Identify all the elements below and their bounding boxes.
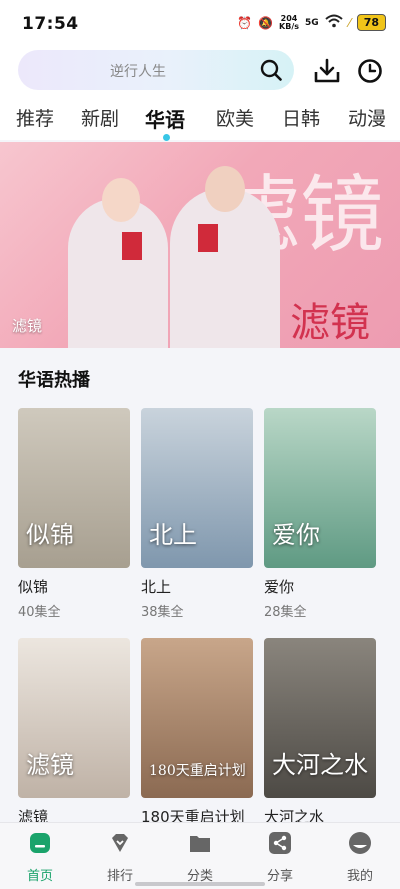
red-card: [122, 232, 142, 260]
nav-profile[interactable]: 我的: [330, 831, 390, 884]
home-icon: [30, 833, 50, 853]
status-bar: 17:54 ⏰ 🔕 204 KB/s 5G ⁄ 78: [0, 0, 400, 46]
category-tabs: 推荐 新剧 华语 欧美 日韩 动漫: [0, 102, 400, 141]
tab-chinese[interactable]: 华语: [145, 104, 185, 133]
header: 逆行人生 推荐 新剧 华语 欧美 日韩 动漫: [0, 46, 400, 141]
search-input[interactable]: 逆行人生: [110, 61, 166, 81]
nav-share[interactable]: 分享: [250, 831, 310, 884]
profile-icon: [349, 832, 371, 854]
leaf-icon: ⁄: [348, 15, 351, 30]
share-icon: [269, 832, 291, 854]
show-poster[interactable]: 爱你: [264, 408, 376, 568]
show-episodes: 38集全: [141, 605, 184, 620]
show-card[interactable]: 爱你 爱你 28集全: [264, 408, 376, 620]
show-episodes: 28集全: [264, 605, 307, 620]
banner-caption: 滤镜: [12, 317, 43, 335]
show-poster[interactable]: 180天重启计划: [141, 638, 253, 798]
bottom-nav: 首页 排行 分类 分享 我的: [0, 822, 400, 889]
show-card[interactable]: 似锦 似锦 40集全: [18, 408, 130, 620]
folder-icon: [190, 836, 210, 852]
history-icon[interactable]: [356, 57, 384, 85]
tab-anime[interactable]: 动漫: [348, 104, 386, 131]
banner-person-head: [205, 166, 245, 212]
show-card[interactable]: 北上 北上 38集全: [141, 408, 253, 620]
nav-category[interactable]: 分类: [170, 831, 230, 884]
alarm-icon: ⏰: [237, 15, 253, 30]
banner-person: [170, 188, 280, 348]
show-poster[interactable]: 大河之水: [264, 638, 376, 798]
tab-recommend[interactable]: 推荐: [16, 104, 54, 131]
banner-logo-text: 滤镜: [290, 300, 370, 346]
show-card[interactable]: 180天重启计划 180天重启计划: [141, 638, 253, 827]
mute-icon: 🔕: [258, 15, 274, 30]
active-tab-indicator: [163, 134, 170, 141]
battery-level: 78: [356, 14, 386, 31]
ranking-icon: [112, 834, 128, 852]
banner-person-head: [102, 178, 140, 222]
net-speed: 204 KB/s: [279, 13, 300, 31]
nav-home[interactable]: 首页: [10, 831, 70, 884]
search-icon[interactable]: [260, 59, 282, 81]
show-title: 北上: [141, 578, 172, 596]
show-card[interactable]: 滤镜 滤镜: [18, 638, 130, 827]
show-title: 似锦: [18, 578, 49, 596]
show-episodes: 40集全: [18, 605, 61, 620]
status-time: 17:54: [22, 14, 79, 34]
featured-banner[interactable]: 滤镜 滤镜 滤镜: [0, 142, 400, 348]
nav-ranking[interactable]: 排行: [90, 831, 150, 884]
show-card[interactable]: 大河之水 大河之水: [264, 638, 376, 827]
status-icons: ⏰ 🔕 204 KB/s 5G ⁄ 78: [237, 14, 386, 31]
tab-japan-korea[interactable]: 日韩: [282, 104, 320, 131]
tab-western[interactable]: 欧美: [216, 104, 254, 131]
section-title: 华语热播: [18, 370, 90, 391]
search-bar[interactable]: 逆行人生: [18, 50, 294, 90]
show-poster[interactable]: 北上: [141, 408, 253, 568]
show-title: 爱你: [264, 578, 295, 596]
show-poster[interactable]: 似锦: [18, 408, 130, 568]
tab-new-drama[interactable]: 新剧: [81, 104, 119, 131]
show-poster[interactable]: 滤镜: [18, 638, 130, 798]
home-indicator[interactable]: [135, 882, 265, 886]
wifi-icon: [325, 14, 343, 31]
red-card: [198, 224, 218, 252]
signal-icon: 5G: [305, 17, 319, 28]
download-icon[interactable]: [313, 57, 341, 85]
